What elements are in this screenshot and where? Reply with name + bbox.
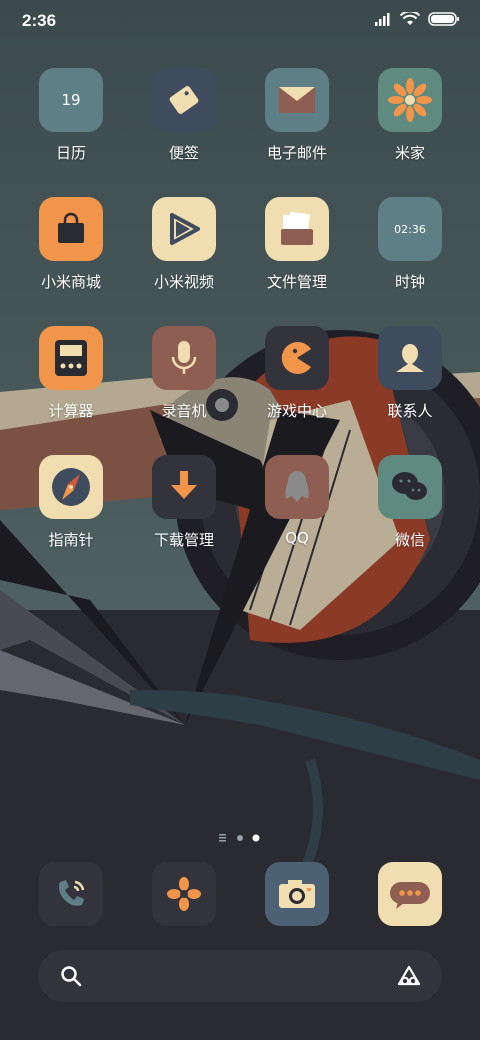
app-compass[interactable]: 指南针: [15, 455, 127, 575]
page-dot-active: [252, 834, 260, 842]
calendar-date: 19: [61, 91, 81, 109]
app-contacts[interactable]: 联系人: [354, 326, 466, 446]
app-notes[interactable]: 便签: [128, 68, 240, 188]
app-gamecenter[interactable]: 游戏中心: [241, 326, 353, 446]
app-label: 游戏中心: [266, 402, 327, 420]
app-calculator[interactable]: 计算器: [15, 326, 127, 446]
search-icon: [61, 966, 82, 987]
app-wechat[interactable]: 微信: [354, 455, 466, 575]
penguin-icon: [265, 455, 329, 519]
app-label: QQ: [285, 529, 309, 547]
app-label: 电子邮件: [266, 144, 327, 162]
envelope-icon: [265, 68, 329, 132]
app-label: 录音机: [161, 402, 207, 420]
camera-icon: [265, 862, 329, 926]
signal-icon: [375, 13, 390, 26]
app-mall[interactable]: 小米商城: [15, 197, 127, 317]
app-recorder[interactable]: 录音机: [128, 326, 240, 446]
app-label: 下载管理: [153, 531, 214, 549]
folder-icon: [265, 197, 329, 261]
app-label: 微信: [394, 531, 425, 549]
notes-icon: [152, 68, 216, 132]
search-bar[interactable]: [38, 950, 442, 1002]
app-mihome[interactable]: 米家: [354, 68, 466, 188]
app-label: 文件管理: [266, 273, 327, 291]
app-clock[interactable]: 02:36 时钟: [354, 197, 466, 317]
app-label: 联系人: [387, 402, 433, 420]
shopping-bag-icon: [39, 197, 103, 261]
clock-time: 02:36: [394, 222, 426, 236]
page-indicator[interactable]: [0, 829, 480, 842]
app-label: 米家: [394, 144, 425, 162]
app-qq[interactable]: QQ: [241, 455, 353, 575]
flower-icon: [378, 68, 442, 132]
microphone-icon: [152, 326, 216, 390]
status-icons: [374, 12, 460, 26]
app-email[interactable]: 电子邮件: [241, 68, 353, 188]
message-bubble-icon: [378, 862, 442, 926]
phone-icon: [39, 862, 103, 926]
wifi-icon: [400, 12, 420, 25]
app-label: 小米视频: [153, 273, 214, 291]
page-dot: [237, 835, 243, 841]
app-label: 计算器: [48, 402, 94, 420]
browser-icon: [152, 862, 216, 926]
clock-icon: 02:36: [378, 197, 442, 261]
assistant-icon[interactable]: [396, 964, 422, 988]
calendar-icon: 19: [39, 68, 103, 132]
app-files[interactable]: 文件管理: [241, 197, 353, 317]
person-icon: [378, 326, 442, 390]
app-label: 便签: [168, 144, 199, 162]
status-time: 2:36: [22, 11, 57, 30]
app-label: 日历: [55, 144, 86, 162]
app-label: 指南针: [48, 531, 94, 549]
status-bar: 2:36: [0, 0, 480, 44]
calculator-icon: [39, 326, 103, 390]
app-downloads[interactable]: 下载管理: [128, 455, 240, 575]
app-calendar[interactable]: 19 日历: [15, 68, 127, 188]
download-arrow-icon: [152, 455, 216, 519]
battery-icon: [428, 12, 459, 26]
play-icon: [152, 197, 216, 261]
app-label: 时钟: [394, 273, 425, 291]
home-list-icon: [219, 834, 226, 842]
compass-icon: [39, 455, 103, 519]
app-label: 小米商城: [40, 273, 101, 291]
app-video[interactable]: 小米视频: [128, 197, 240, 317]
wechat-bubbles-icon: [378, 455, 442, 519]
pacman-icon: [265, 326, 329, 390]
